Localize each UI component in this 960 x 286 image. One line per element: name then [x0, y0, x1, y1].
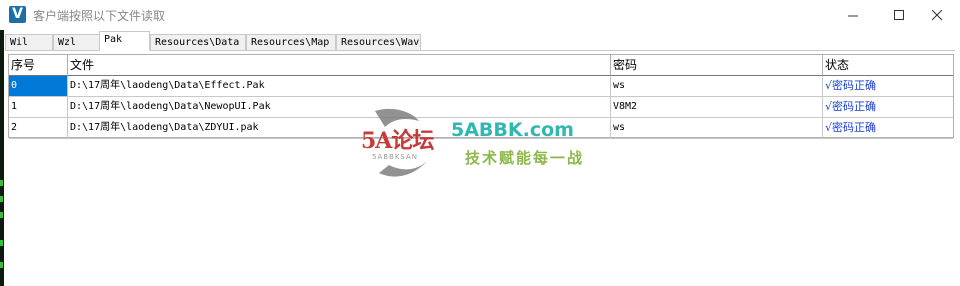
watermark-logo: 5A论坛: [361, 128, 434, 154]
tab-wil[interactable]: Wil: [5, 34, 53, 50]
close-button[interactable]: [914, 0, 960, 30]
table-row-password[interactable]: ws: [611, 118, 823, 139]
close-icon: [931, 9, 942, 20]
tab-resources-data[interactable]: Resources\Data: [150, 34, 246, 50]
strip-indicator: [0, 180, 3, 186]
tab-pak[interactable]: Pak: [99, 31, 150, 51]
app-icon: V: [9, 6, 26, 23]
column-header-file[interactable]: 文件: [68, 55, 611, 76]
tab-wzl[interactable]: Wzl: [53, 34, 100, 50]
strip-indicator: [0, 196, 3, 202]
table-row-status[interactable]: √密码正确: [823, 76, 953, 97]
table-row-index[interactable]: 1: [9, 97, 68, 118]
table-row-index[interactable]: 2: [9, 118, 68, 139]
title-bar: V 客户端按照以下文件读取: [0, 0, 960, 30]
minimize-button[interactable]: [830, 0, 876, 30]
table-row-password[interactable]: ws: [611, 76, 823, 97]
watermark: 5A论坛 5ABBKSAN 5ABBK.com 技术赋能每一战: [355, 103, 605, 193]
tab-resources-map[interactable]: Resources\Map: [246, 34, 336, 50]
window-title: 客户端按照以下文件读取: [33, 9, 166, 23]
column-header-password[interactable]: 密码: [611, 55, 823, 76]
table-row-status[interactable]: √密码正确: [823, 118, 953, 139]
table-row-status[interactable]: √密码正确: [823, 97, 953, 118]
watermark-site: 5ABBK.com: [451, 119, 574, 141]
watermark-subtext: 5ABBKSAN: [372, 153, 419, 161]
minimize-icon: [847, 15, 858, 16]
column-header-index[interactable]: 序号: [9, 55, 68, 76]
strip-indicator: [0, 262, 3, 268]
table-row-file[interactable]: D:\17周年\laodeng\Data\Effect.Pak: [68, 76, 611, 97]
tab-resources-wav[interactable]: Resources\Wav: [336, 34, 421, 50]
table-row-index[interactable]: 0: [9, 76, 68, 97]
strip-indicator: [0, 212, 3, 218]
column-header-status[interactable]: 状态: [823, 55, 953, 76]
maximize-icon: [893, 9, 904, 20]
watermark-slogan: 技术赋能每一战: [465, 149, 585, 167]
tab-strip: Wil Wzl Pak Resources\Data Resources\Map…: [5, 31, 955, 51]
left-edge-strip: [0, 0, 4, 286]
table-row-password[interactable]: V8M2: [611, 97, 823, 118]
strip-indicator: [0, 240, 3, 246]
